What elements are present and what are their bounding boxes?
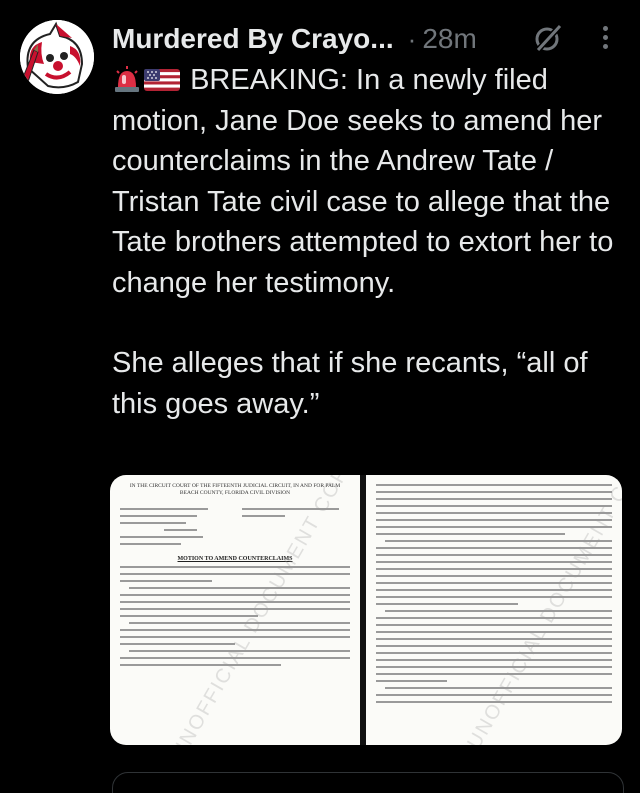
post-text: BREAKING: In a newly filed motion, Jane … (112, 60, 617, 424)
clown-avatar-icon (20, 20, 94, 94)
police-siren-emoji (115, 66, 139, 92)
document-image-left[interactable]: IN THE CIRCUIT COURT OF THE FIFTEENTH JU… (110, 475, 360, 745)
post-paragraph-1-text: BREAKING: In a newly filed motion, Jane … (112, 64, 614, 299)
post-paragraph-1: BREAKING: In a newly filed motion, Jane … (112, 60, 617, 303)
document-body-lines-right (376, 484, 612, 703)
post-header: Murdered By Crayo... · 28m (112, 20, 622, 58)
motion-title: MOTION TO AMEND COUNTERCLAIMS (177, 556, 293, 562)
next-post-card (112, 772, 624, 793)
previous-post-fade (110, 0, 530, 8)
document-image-right[interactable]: UNOFFICIAL DOCUMENT COPY (366, 475, 622, 745)
more-options-icon[interactable] (600, 26, 610, 52)
post-paragraph-2: She alleges that if she recants, “all of… (112, 347, 588, 420)
us-flag-emoji (144, 69, 180, 91)
post-media-grid[interactable]: IN THE CIRCUIT COURT OF THE FIFTEENTH JU… (110, 475, 622, 745)
avatar[interactable] (20, 20, 94, 94)
header-separator: · (407, 23, 417, 54)
post-timestamp[interactable]: 28m (422, 23, 476, 55)
grok-icon[interactable] (532, 22, 564, 54)
author-display-name[interactable]: Murdered By Crayo... (112, 23, 394, 55)
